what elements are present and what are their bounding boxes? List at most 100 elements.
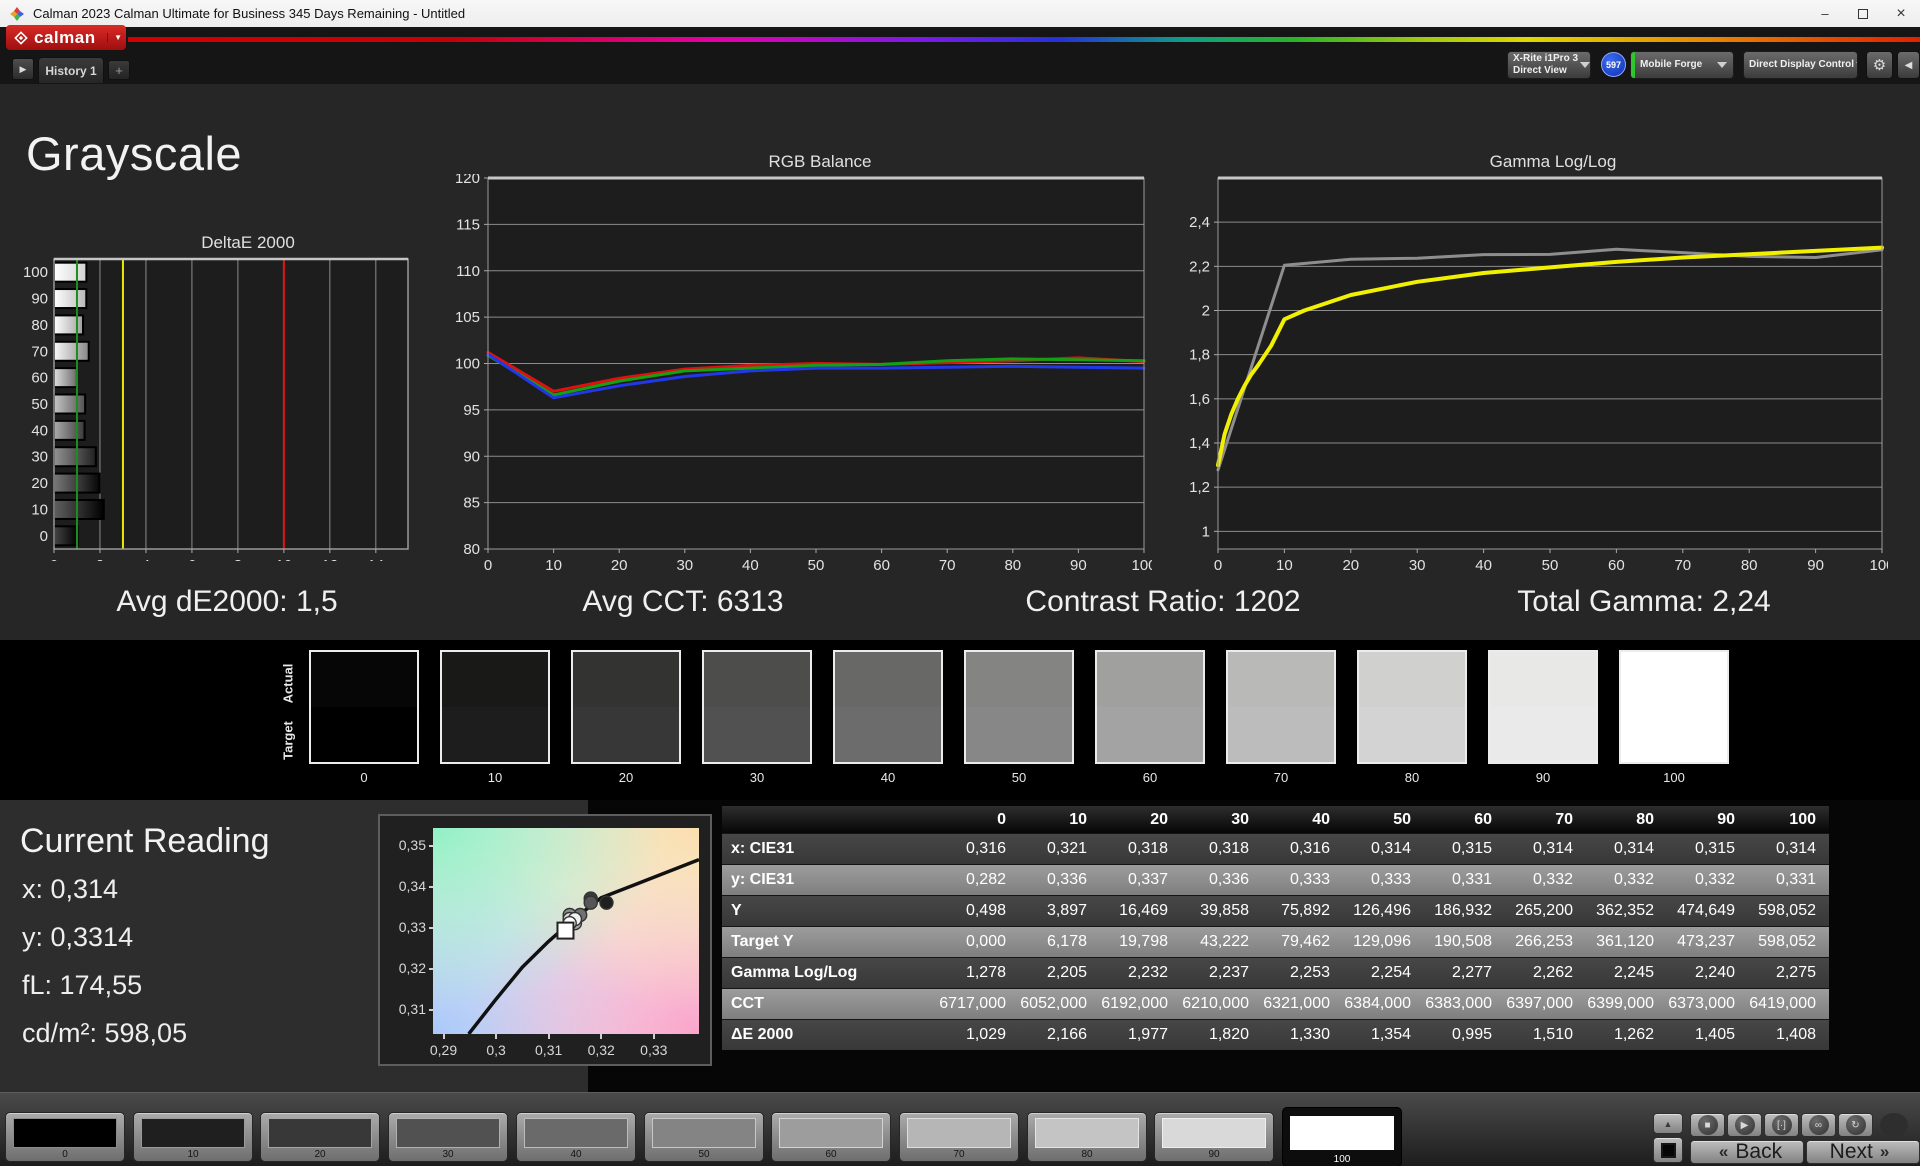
svg-text:105: 105 — [455, 309, 480, 326]
svg-text:1,4: 1,4 — [1189, 435, 1210, 452]
pattern-label: 90 — [1208, 1149, 1220, 1160]
deltae-2000-chart: DeltaE 2000 1009080706050403020100024681… — [18, 233, 418, 574]
actual-row-label: Actual — [280, 663, 296, 704]
back-button[interactable]: « Back — [1690, 1140, 1804, 1164]
logo-caret-icon: ▼ — [107, 33, 122, 42]
display-control-dropdown[interactable]: Direct Display Control — [1743, 51, 1858, 79]
svg-text:100: 100 — [23, 264, 48, 281]
rainbow-gradient-bar — [128, 37, 1920, 42]
range-button[interactable]: [·] — [1764, 1113, 1799, 1137]
pattern-button-90[interactable]: 90 — [1154, 1112, 1274, 1162]
svg-text:0: 0 — [1214, 557, 1222, 572]
next-button[interactable]: Next » — [1806, 1140, 1920, 1164]
pattern-swatch — [907, 1118, 1011, 1148]
pattern-button-80[interactable]: 80 — [1027, 1112, 1147, 1162]
table-cell: 0,314 — [1370, 840, 1411, 857]
infinity-button[interactable]: ∞ — [1801, 1113, 1836, 1137]
pattern-button-50[interactable]: 50 — [644, 1112, 764, 1162]
history-expand-button[interactable]: ▶ — [12, 58, 34, 80]
pattern-button-100[interactable]: 100 — [1282, 1107, 1402, 1166]
table-cell: 126,496 — [1353, 902, 1411, 919]
calman-menu-button[interactable]: calman ▼ — [6, 25, 126, 50]
stop-button[interactable]: ■ — [1690, 1113, 1725, 1137]
meter-dropdown[interactable]: X-Rite i1Pro 3 Direct View — [1507, 51, 1591, 79]
pattern-button-70[interactable]: 70 — [899, 1112, 1019, 1162]
meter-mode: Direct View — [1513, 65, 1567, 76]
svg-text:10: 10 — [276, 557, 293, 561]
table-cell: 1,405 — [1694, 1026, 1735, 1043]
cie-y-tick — [429, 845, 433, 848]
table-row: y: CIE31 0,282 0,336 0,337 0,336 0,333 0,333 0,… — [722, 864, 1829, 895]
table-col-header: 60 — [1474, 810, 1492, 828]
svg-text:50: 50 — [1542, 557, 1559, 572]
table-cell: 6321,000 — [1263, 995, 1330, 1012]
play-button[interactable]: ▶ — [1727, 1113, 1762, 1137]
table-cell: 2,277 — [1451, 964, 1492, 981]
table-cell: 2,240 — [1694, 964, 1735, 981]
pattern-button-0[interactable]: 0 — [5, 1112, 125, 1162]
cie-current-marker — [556, 921, 575, 940]
table-row: x: CIE31 0,316 0,321 0,318 0,318 0,316 0,314 0,… — [722, 833, 1829, 864]
meter-count-badge[interactable]: 597 — [1601, 52, 1626, 77]
swatch-target — [966, 707, 1072, 762]
refresh-button[interactable]: ↻ — [1838, 1113, 1873, 1137]
window-pattern-button[interactable] — [1653, 1137, 1683, 1163]
pattern-button-40[interactable]: 40 — [516, 1112, 636, 1162]
table-cell: 6,178 — [1046, 933, 1087, 950]
table-cell: 75,892 — [1281, 902, 1330, 919]
pattern-label: 60 — [825, 1149, 837, 1160]
svg-text:2,2: 2,2 — [1189, 258, 1210, 275]
pattern-button-60[interactable]: 60 — [771, 1112, 891, 1162]
table-cell: 0,332 — [1694, 871, 1735, 888]
table-row: Gamma Log/Log 1,278 2,205 2,232 2,237 2,253 2,… — [722, 957, 1829, 988]
table-cell: 1,820 — [1208, 1026, 1249, 1043]
table-cell: 3,897 — [1046, 902, 1087, 919]
pattern-swatch — [524, 1118, 628, 1148]
minimize-button[interactable]: – — [1806, 0, 1844, 27]
svg-text:10: 10 — [1276, 557, 1293, 572]
cie-x-tick-label: 0,32 — [587, 1042, 615, 1058]
cie-y-tick — [429, 968, 433, 971]
rgb-chart-title: RGB Balance — [768, 152, 872, 171]
swatch-actual — [966, 652, 1072, 707]
pattern-button-20[interactable]: 20 — [260, 1112, 380, 1162]
pattern-label: 10 — [187, 1149, 199, 1160]
table-cell: 129,096 — [1353, 933, 1411, 950]
pattern-button-30[interactable]: 30 — [388, 1112, 508, 1162]
pattern-button-10[interactable]: 10 — [133, 1112, 253, 1162]
swatch-level-70 — [1226, 650, 1336, 764]
close-button[interactable]: × — [1882, 0, 1920, 27]
table-row: Y 0,498 3,897 16,469 39,858 75,892 126,496 186,… — [722, 895, 1829, 926]
collapse-panel-button[interactable]: ◀ — [1897, 51, 1920, 79]
add-tab-button[interactable]: + — [108, 60, 130, 80]
table-cell: 598,052 — [1758, 933, 1816, 950]
table-cell: 2,275 — [1775, 964, 1816, 981]
pattern-source-dropdown[interactable]: Mobile Forge — [1630, 51, 1734, 79]
maximize-button[interactable] — [1844, 0, 1882, 27]
grayscale-swatch-strip: Actual Target 0 10 20 30 40 50 60 70 80 90 100 — [0, 640, 1920, 800]
table-cell: 0,316 — [1289, 840, 1330, 857]
deltae-chart-title: DeltaE 2000 — [201, 233, 295, 252]
expand-up-button[interactable]: ▲ — [1653, 1113, 1683, 1134]
cie-x-tick-label: 0,33 — [640, 1042, 668, 1058]
calman-diamond-icon — [14, 30, 28, 45]
table-row: ΔE 2000 1,029 2,166 1,977 1,820 1,330 1,354 0,9… — [722, 1019, 1829, 1050]
table-cell: 0,314 — [1613, 840, 1654, 857]
svg-text:100: 100 — [455, 356, 480, 373]
rgb-balance-chart: RGB Balance 80 85 90 95 100 105 110 115 120 0 10 20… — [452, 152, 1157, 574]
disabled-round-button — [1880, 1113, 1908, 1137]
tab-history-1[interactable]: History 1 — [38, 57, 104, 83]
pattern-label: 0 — [62, 1149, 68, 1160]
settings-gear-button[interactable]: ⚙ — [1866, 51, 1893, 79]
svg-text:60: 60 — [1608, 557, 1625, 572]
row-label: Target Y — [731, 933, 794, 950]
swatch-level-10 — [440, 650, 550, 764]
play-icon: ▶ — [1734, 1115, 1755, 1135]
svg-text:20: 20 — [31, 475, 48, 492]
svg-text:90: 90 — [1070, 557, 1087, 572]
cie-point-30 — [583, 895, 598, 910]
chevron-down-icon — [1580, 62, 1590, 68]
page-title: Grayscale — [26, 127, 243, 180]
svg-text:100: 100 — [1131, 557, 1152, 572]
svg-text:50: 50 — [31, 396, 48, 413]
